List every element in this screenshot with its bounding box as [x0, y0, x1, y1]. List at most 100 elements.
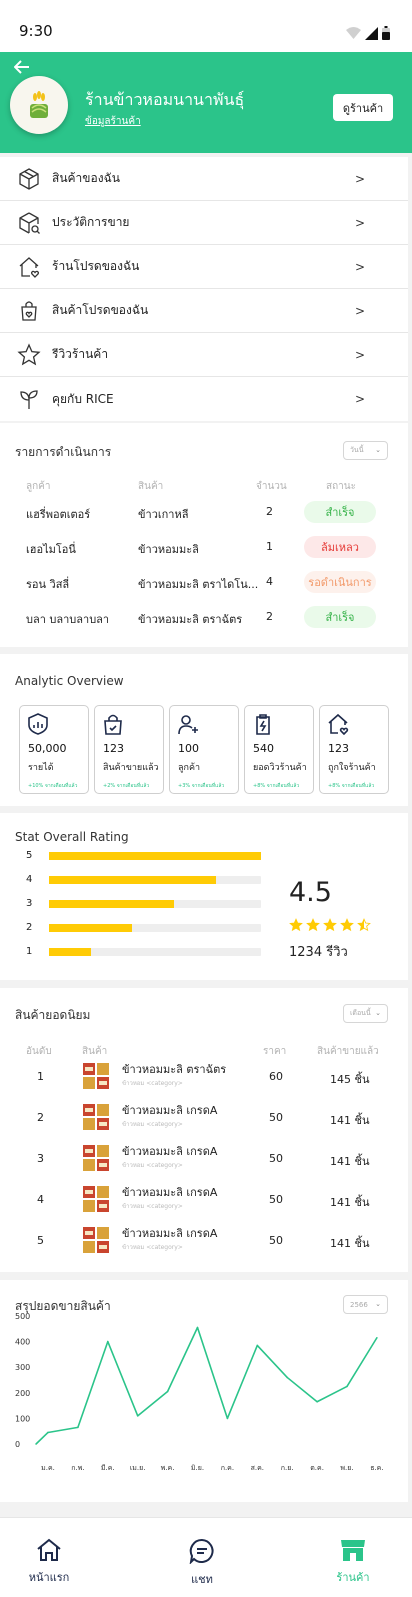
product-thumbnail: [82, 1144, 110, 1172]
home-icon: [37, 1538, 61, 1561]
sales-data-point: [77, 1426, 79, 1429]
menu-label: สินค้าของฉัน: [52, 171, 120, 185]
analytic-note: +8% จากเดือนที่แล้ว: [328, 783, 375, 789]
product-rank: 2: [37, 1111, 44, 1124]
product-sold: 141 ชิ้น: [330, 1196, 370, 1209]
analytic-label: รายได้: [28, 763, 54, 773]
chat-icon: [189, 1538, 214, 1565]
chevron-right-icon: >: [355, 259, 366, 274]
y-tick-label: 400: [15, 1338, 30, 1347]
top-products-section: สินค้ายอดนิยม เดือนนี้ ⌄ อันดับ สินค้า ร…: [0, 988, 408, 1272]
order-product: ข้าวหอมมะลิ ตราฉัตร: [138, 613, 243, 626]
col-qty: จำนวน: [256, 481, 287, 492]
shop-name: ร้านข้าวหอมนานาพันธุ์: [85, 90, 245, 109]
analytic-value: 540: [253, 742, 274, 755]
analytic-value: 100: [178, 742, 199, 755]
chevron-right-icon: >: [355, 347, 366, 362]
col-sold: สินค้าขายแล้ว: [317, 1046, 379, 1057]
shop-header: ร้านข้าวหอมนานาพันธุ์ ข้อมูลร้านค้า ดูร้…: [0, 52, 412, 153]
product-name: ข้าวหอมมะลิ เกรดA: [122, 1186, 218, 1199]
x-tick-label: ก.ย.: [281, 1464, 294, 1472]
back-arrow-icon[interactable]: [14, 60, 30, 74]
x-tick-label: ธ.ค.: [370, 1464, 383, 1472]
menu-item-my-products[interactable]: สินค้าของฉัน >: [0, 157, 408, 201]
analytic-value: 50,000: [28, 742, 67, 755]
view-shop-button[interactable]: ดูร้านค้า: [333, 94, 393, 121]
menu-label: ร้านโปรดของฉัน: [52, 259, 140, 273]
menu-item-sales-history[interactable]: ประวัติการขาย >: [0, 201, 408, 245]
menu-label: คุยกับ RICE: [52, 391, 114, 406]
sales-data-point: [376, 1336, 378, 1339]
shop-info-link[interactable]: ข้อมูลร้านค้า: [85, 114, 141, 129]
star-icon: [340, 917, 354, 936]
col-product: สินค้า: [82, 1046, 108, 1057]
order-customer: แฮรี่พอตเตอร์: [26, 508, 91, 521]
sales-series-line: [35, 1326, 378, 1445]
menu-item-shop-reviews[interactable]: รีวิวร้านค้า >: [0, 333, 408, 377]
nav-label: ร้านค้า: [336, 1571, 370, 1584]
sales-data-point: [346, 1385, 348, 1388]
dropdown-value: เดือนนี้: [350, 1009, 371, 1017]
product-sold: 141 ชิ้น: [330, 1114, 370, 1127]
product-sold: 141 ชิ้น: [330, 1155, 370, 1168]
analytic-card[interactable]: 123 สินค้าขายแล้ว +2% จากเดือนที่แล้ว: [94, 705, 164, 794]
status-badge: สำเร็จ: [304, 501, 376, 523]
rating-bar-fill: [49, 900, 174, 908]
bottom-nav: หน้าแรก แชท ร้านค้า: [0, 1517, 412, 1597]
nav-store[interactable]: ร้านค้า: [313, 1538, 393, 1586]
status-icons: [346, 26, 390, 40]
product-category: ข้าวหอม <category>: [122, 1244, 183, 1251]
order-qty: 2: [266, 610, 273, 623]
product-thumbnail: [82, 1226, 110, 1254]
order-qty: 4: [266, 575, 273, 588]
col-customer: ลูกค้า: [26, 481, 51, 492]
bag-check-icon: [102, 713, 124, 735]
sales-data-point: [196, 1326, 199, 1329]
order-customer: บลา บลาบลาบลา: [26, 613, 110, 626]
nav-chat[interactable]: แชท: [162, 1538, 242, 1588]
product-rank: 5: [37, 1234, 44, 1247]
x-tick-label: ก.ค.: [221, 1464, 234, 1472]
analytic-card[interactable]: 100 ลูกค้า +3% จากเดือนที่แล้ว: [169, 705, 239, 794]
x-tick-label: มิ.ย.: [191, 1464, 204, 1472]
analytic-label: ยอดวิวร้านค้า: [253, 763, 307, 773]
nav-home[interactable]: หน้าแรก: [9, 1538, 89, 1586]
top-products-filter-dropdown[interactable]: เดือนนี้ ⌄: [343, 1004, 388, 1023]
chevron-right-icon: >: [355, 392, 366, 406]
orders-filter-dropdown[interactable]: วันนี้ ⌄: [343, 441, 388, 460]
analytic-card[interactable]: 540 ยอดวิวร้านค้า +8% จากเดือนที่แล้ว: [244, 705, 314, 794]
product-category: ข้าวหอม <category>: [122, 1080, 183, 1087]
y-tick-label: 200: [15, 1389, 30, 1398]
rating-bar-track: [49, 852, 261, 860]
order-customer: รอน วิสลี่: [26, 578, 70, 591]
product-price: 60: [269, 1070, 283, 1083]
analytic-note: +8% จากเดือนที่แล้ว: [253, 783, 300, 789]
product-rank: 4: [37, 1193, 44, 1206]
sales-data-point: [35, 1443, 37, 1445]
menu-item-favorite-products[interactable]: สินค้าโปรดของฉัน >: [0, 289, 408, 333]
status-badge: รอดำเนินการ: [304, 571, 376, 593]
rating-bar-track: [49, 948, 261, 956]
sales-data-point: [107, 1340, 109, 1343]
box-icon: [19, 168, 39, 190]
star-icon: [17, 343, 41, 366]
analytic-card[interactable]: 50,000 รายได้ +10% จากเดือนที่แล้ว: [19, 705, 89, 794]
clipboard-bolt-icon: [252, 713, 274, 735]
battery-icon: [382, 26, 390, 40]
chevron-right-icon: >: [355, 171, 366, 186]
menu-item-chat-rice[interactable]: คุยกับ RICE >: [0, 377, 408, 421]
product-category: ข้าวหอม <category>: [122, 1121, 183, 1128]
analytic-label: ลูกค้า: [178, 763, 201, 773]
orders-section: รายการดำเนินการ วันนี้ ⌄ ลูกค้า สินค้า จ…: [0, 423, 408, 647]
sales-data-point: [47, 1431, 49, 1434]
order-product: ข้าวหอมมะลิ: [138, 543, 199, 556]
product-thumbnail: [82, 1185, 110, 1213]
store-icon: [341, 1540, 365, 1561]
analytic-card[interactable]: 123 ถูกใจร้านค้า +8% จากเดือนที่แล้ว: [319, 705, 389, 794]
menu-item-favorite-shops[interactable]: ร้านโปรดของฉัน >: [0, 245, 408, 289]
x-tick-label: มี.ค.: [101, 1464, 115, 1472]
review-count: 1234 รีวิว: [289, 945, 348, 960]
analytic-value: 123: [103, 742, 124, 755]
sales-data-point: [136, 1415, 139, 1417]
rating-bar-fill: [49, 852, 261, 860]
